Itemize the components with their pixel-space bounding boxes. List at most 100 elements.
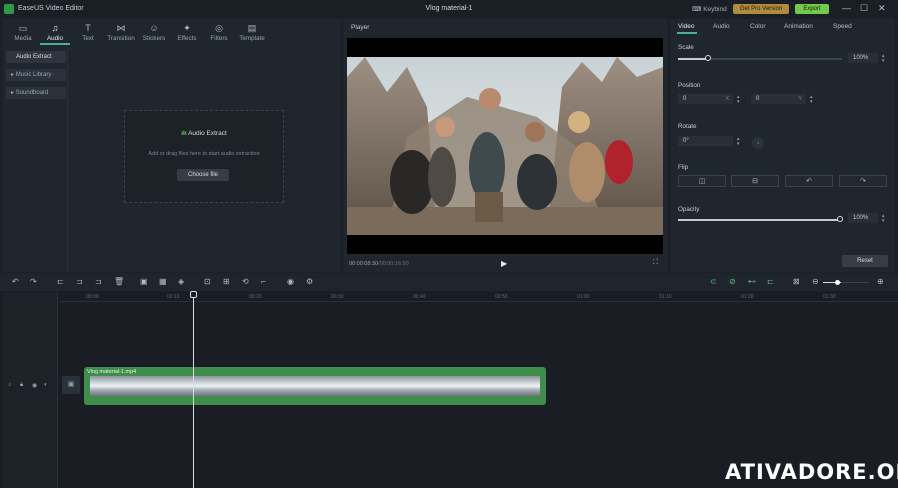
choose-file-button[interactable]: Choose file (177, 169, 229, 181)
magnet-icon[interactable]: ⊏ (767, 277, 774, 286)
crop-icon[interactable]: ⊡ (204, 277, 211, 286)
text-box-icon[interactable]: ▣ (140, 277, 148, 286)
sidebar-divider (67, 47, 68, 272)
scale-slider-knob[interactable] (705, 55, 711, 61)
clip-name: Vlog material-1.mp4 (87, 369, 137, 375)
flip-horizontal-icon: ◫ (698, 178, 706, 185)
fullscreen-icon[interactable]: ⛶ (653, 259, 658, 267)
tab-transition[interactable]: ⋈ Transition (106, 23, 136, 42)
sidebar-item-audio-extract[interactable]: Audio Extract (6, 51, 66, 63)
play-icon[interactable]: ▶ (501, 259, 507, 268)
track-audio-icon[interactable]: ♪ (8, 382, 11, 388)
opacity-slider[interactable] (678, 219, 840, 221)
keyframe-icon[interactable]: ◈ (178, 277, 184, 286)
tab-animation[interactable]: Animation (784, 23, 813, 30)
tab-effects[interactable]: ✦ Effects (172, 23, 202, 42)
ripple-icon[interactable]: ⊷ (748, 277, 756, 286)
playhead[interactable] (193, 292, 194, 488)
timeline-toolbar (0, 273, 898, 291)
video-frame (347, 57, 663, 235)
reset-button[interactable]: Reset (842, 255, 888, 267)
tab-stickers[interactable]: ☺ Stickers (139, 23, 169, 42)
tab-audio[interactable]: ♫ Audio (40, 23, 70, 42)
track-mute-icon[interactable]: ◐ (44, 382, 48, 388)
flip-vertical-button[interactable]: ⊟ (731, 175, 779, 187)
time-ruler[interactable] (60, 292, 898, 302)
sticker-icon: ☺ (149, 23, 159, 33)
magic-icon[interactable]: ⚙ (306, 277, 313, 286)
position-y-input[interactable]: 0Y (751, 94, 806, 104)
split-icon[interactable]: ⊐ (76, 277, 83, 286)
opacity-slider-fill (678, 219, 840, 221)
get-pro-button[interactable]: Get Pro Version (733, 4, 789, 14)
link-icon[interactable]: ⊘ (729, 277, 736, 286)
scale-slider[interactable] (678, 58, 842, 60)
opacity-slider-knob[interactable] (837, 216, 843, 222)
undo-icon[interactable]: ↶ (12, 277, 19, 286)
flip-label: Flip (678, 164, 689, 171)
filter-icon: ◎ (215, 23, 223, 33)
ruler-tick: 00:10 (167, 294, 180, 300)
clip-filmstrip (90, 376, 540, 396)
export-button[interactable]: Export (795, 4, 829, 14)
position-x-input[interactable]: 0X (678, 94, 733, 104)
playhead-handle[interactable] (190, 291, 197, 298)
player-timecode: 00:00:08:30/00:00:16:50 (349, 261, 409, 267)
effects-icon: ✦ (183, 23, 191, 33)
close-icon[interactable]: ✕ (878, 3, 886, 14)
rotate-dial-icon[interactable]: ↓ (752, 137, 764, 149)
scale-slider-fill (678, 58, 708, 60)
tab-text[interactable]: T Text (73, 23, 103, 42)
zoom-slider-knob[interactable] (835, 280, 840, 285)
transition-icon: ⋈ (116, 23, 126, 33)
track-lock-icon[interactable]: 🔒︎ (20, 382, 23, 389)
flip-horizontal-button[interactable]: ◫ (678, 175, 726, 187)
delete-icon[interactable]: 🗑 (114, 277, 124, 286)
sidebar-item-music-library[interactable]: ▸ Music Library (6, 69, 66, 81)
tab-color[interactable]: Color (750, 23, 766, 30)
zoom-out-icon[interactable]: ⊖ (812, 277, 819, 286)
template-icon: ▤ (247, 23, 257, 33)
split-right-icon[interactable]: ⊐ (95, 277, 102, 286)
rotate-right-button[interactable]: ↷ (839, 175, 887, 187)
minimize-icon[interactable]: — (842, 3, 851, 13)
tab-filters[interactable]: ◎ Filters (204, 23, 234, 42)
sidebar-item-soundboard[interactable]: ▸ Soundboard (6, 87, 66, 99)
flip-vertical-icon: ⊟ (752, 178, 758, 185)
ruler-tick: 00:20 (249, 294, 262, 300)
maximize-icon[interactable]: ☐ (860, 3, 868, 14)
fit-icon[interactable]: ⊠ (793, 277, 800, 286)
track-header-column (3, 292, 58, 488)
opacity-stepper[interactable]: ▲ ▼ (881, 213, 885, 223)
rotate-icon[interactable]: ⟲ (242, 277, 249, 286)
folder-icon: ▭ (18, 23, 28, 33)
opacity-input[interactable]: 100% (848, 213, 878, 223)
grid-icon[interactable]: ⊞ (223, 277, 230, 286)
tab-audio-props[interactable]: Audio (713, 23, 730, 30)
zoom-in-icon[interactable]: ⊕ (877, 277, 884, 286)
position-x-stepper[interactable]: ▲ ▼ (736, 94, 740, 104)
frame-icon[interactable]: ⌐ (261, 277, 266, 286)
ruler-tick: 01:10 (659, 294, 672, 300)
redo-icon[interactable]: ↷ (30, 277, 37, 286)
scale-input[interactable]: 100% (848, 53, 878, 63)
drop-zone-title: ıIı Audio Extract (181, 130, 227, 137)
keybind-button[interactable]: ⌨ Keybind (692, 5, 727, 13)
split-left-icon[interactable]: ⊏ (57, 277, 64, 286)
tab-media[interactable]: ▭ Media (8, 23, 38, 42)
tab-video[interactable]: Video (678, 23, 695, 30)
position-y-stepper[interactable]: ▲ ▼ (809, 94, 813, 104)
rotate-left-button[interactable]: ↶ (785, 175, 833, 187)
active-tab-indicator (40, 43, 70, 45)
rotate-input[interactable]: 0° (678, 136, 733, 146)
rotate-left-icon: ↶ (806, 178, 812, 185)
tab-speed[interactable]: Speed (833, 23, 852, 30)
position-label: Position (678, 82, 701, 89)
scale-stepper[interactable]: ▲ ▼ (881, 53, 885, 63)
mosaic-icon[interactable]: ▦ (159, 277, 167, 286)
tab-template[interactable]: ▤ Template (237, 23, 267, 42)
snap-icon[interactable]: ⊂ (710, 277, 717, 286)
rotate-stepper[interactable]: ▲ ▼ (736, 136, 740, 146)
track-visibility-icon[interactable]: ◉ (32, 382, 37, 389)
record-icon[interactable]: ◉ (287, 277, 294, 286)
